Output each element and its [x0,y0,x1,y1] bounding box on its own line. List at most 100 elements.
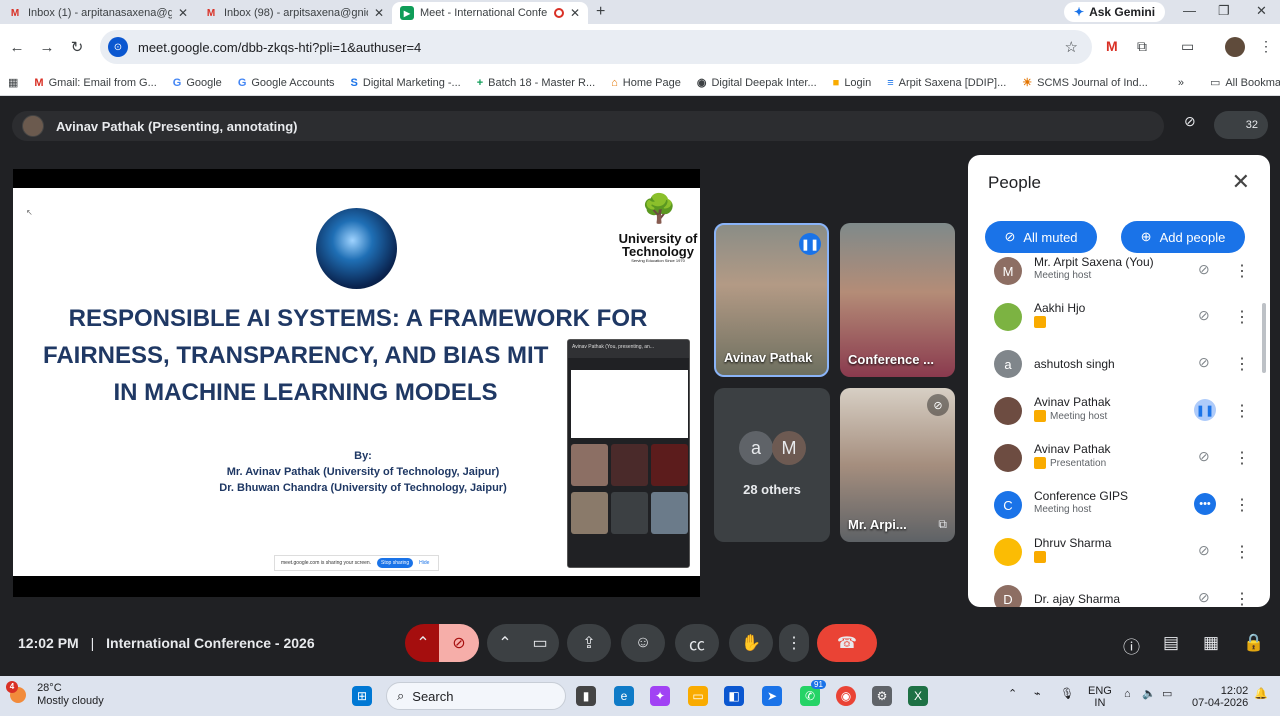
settings-gear-icon[interactable]: ⚙ [872,686,892,706]
hide-button[interactable]: Hide [419,560,429,566]
people-list: M Mr. Arpit Saxena (You) Meeting host ⊘ … [988,255,1264,607]
tab-meet[interactable]: ▶ Meet - International Confe ✕ [392,2,588,24]
more-options-icon[interactable]: ⋮ [1234,495,1250,515]
close-icon[interactable]: ✕ [374,6,384,20]
telegram-icon[interactable]: ➤ [762,686,782,706]
extensions-puzzle-icon[interactable]: ⧉ [1137,38,1147,55]
list-item[interactable]: Avinav Pathak Meeting host ❚❚ ⋮ [988,389,1252,435]
info-icon[interactable]: ⓘ [1123,633,1140,658]
store-icon[interactable]: ◧ [724,686,744,706]
bookmark-scms-journal[interactable]: ☀ SCMS Journal of Ind... [1014,76,1156,90]
camera-button[interactable]: ▭ [521,624,559,662]
url-field[interactable]: ⊙ meet.google.com/dbb-zkqs-hti?pli=1&aut… [100,30,1092,64]
list-item[interactable]: Aakhi Hjo ⊘ ⋮ [988,295,1252,341]
profile-avatar[interactable] [1225,37,1245,57]
chrome-icon[interactable]: ◉ [836,686,856,706]
participant-count-button[interactable]: 32 [1214,111,1268,139]
more-options-icon[interactable]: ⋮ [1234,354,1250,374]
windows-start-icon[interactable]: ⊞ [352,686,372,706]
microphone-icon[interactable]: 🎙 [1060,688,1074,700]
minimize-icon[interactable]: — [1183,3,1196,18]
edge-icon[interactable]: e [614,686,634,706]
leave-call-button[interactable]: ☎ [817,624,877,662]
video-tile-avinav-pathak[interactable]: ❚❚ Avinav Pathak [714,223,829,377]
more-options-icon[interactable]: ⋮ [1234,589,1250,607]
copilot-icon[interactable]: ✦ [650,686,670,706]
cast-icon[interactable]: ▭ [1181,38,1194,55]
window-close-icon[interactable]: ✕ [1256,3,1267,19]
apps-grid-icon[interactable]: ▦ [0,76,26,89]
scrollbar[interactable] [1262,303,1266,373]
captions-button[interactable]: ㏄ [675,624,719,662]
bookmark-star-icon[interactable]: ☆ [1065,38,1078,56]
tab-inbox-1[interactable]: M Inbox (1) - arpitanasaxena@gm ✕ [0,2,196,24]
extension-icon[interactable]: M [1106,38,1118,54]
raise-hand-button[interactable]: ✋ [729,624,773,662]
annotation-off-icon[interactable]: ⊘ [1184,113,1196,130]
browser-menu-icon[interactable]: ⋮ [1259,38,1273,55]
reactions-button[interactable]: ☺ [621,624,665,662]
all-bookmarks[interactable]: ▭ All Bookmarks [1202,76,1280,90]
volume-icon[interactable]: 🔈 [1142,688,1156,700]
more-options-icon[interactable]: ⋮ [1234,401,1250,421]
bookmark-google-accounts[interactable]: G Google Accounts [230,77,343,89]
video-tile-self[interactable]: ⊘ Mr. Arpi... ⧉ [840,388,955,542]
list-item[interactable]: Dhruv Sharma ⊘ ⋮ [988,530,1252,576]
maximize-icon[interactable]: ❐ [1218,3,1230,19]
file-app-icon[interactable]: ▮ [576,686,596,706]
stop-sharing-button[interactable]: Stop sharing [377,558,414,568]
list-item[interactable]: D Dr. ajay Sharma ⊘ ⋮ [988,577,1252,607]
list-item[interactable]: M Mr. Arpit Saxena (You) Meeting host ⊘ … [988,249,1252,295]
list-item[interactable]: C Conference GIPS Meeting host ••• ⋮ [988,483,1252,529]
close-icon[interactable]: ✕ [570,6,580,20]
bookmark-digital-deepak[interactable]: ◉ Digital Deepak Inter... [689,76,825,90]
chevron-right-icon[interactable]: » [1170,77,1192,89]
video-tile-conference[interactable]: Conference ... [840,223,955,377]
bookmark-home-page[interactable]: ⌂ Home Page [603,77,689,89]
bookmark-arpit-saxena[interactable]: ≡ Arpit Saxena [DDIP]... [879,77,1014,89]
chevron-up-icon[interactable]: ⌃ [1008,688,1017,700]
reload-icon[interactable]: ↻ [62,38,92,56]
video-options-button[interactable]: ⌃ [487,624,523,662]
microphone-button[interactable]: ⊘ [439,624,479,662]
notification-bell-icon[interactable]: 🔔 [1254,688,1268,700]
wifi-icon[interactable]: ⌂ [1124,688,1131,700]
bookmark-gmail[interactable]: M Gmail: Email from G... [26,77,164,89]
bookmark-google[interactable]: G Google [165,77,230,89]
site-info-icon[interactable]: ⊙ [108,37,128,57]
battery-icon[interactable]: ▭ [1162,688,1172,700]
ask-gemini-button[interactable]: ✦ Ask Gemini [1064,2,1166,22]
language-indicator[interactable]: ENG IN [1088,685,1112,709]
pip-icon[interactable]: ⧉ [938,517,947,532]
more-options-icon[interactable]: ⋮ [1234,448,1250,468]
weather-widget[interactable]: 4 28°C Mostly cloudy [6,681,104,708]
bookmark-login[interactable]: ■ Login [825,77,880,89]
more-options-icon[interactable]: ⋮ [1234,261,1250,281]
new-tab-icon[interactable]: + [596,3,605,24]
excel-icon[interactable]: X [908,686,928,706]
close-icon[interactable]: ✕ [178,6,188,20]
system-clock[interactable]: 12:02 07-04-2026 [1192,685,1248,709]
list-item[interactable]: a ashutosh singh ⊘ ⋮ [988,342,1252,388]
bookmark-batch-18[interactable]: + Batch 18 - Master R... [469,77,603,89]
weather-icon: 4 [6,681,26,703]
chat-icon[interactable]: ▤ [1163,633,1179,653]
whatsapp-icon[interactable]: ✆ [800,686,820,706]
audio-options-button[interactable]: ⌃ [405,624,441,662]
network-icon[interactable]: ⌁ [1034,688,1041,700]
host-controls-icon[interactable]: 🔒 [1243,633,1264,653]
more-options-icon[interactable]: ⋮ [1234,307,1250,327]
list-item[interactable]: Avinav Pathak Presentation ⊘ ⋮ [988,436,1252,482]
activities-icon[interactable]: ▦ [1203,633,1219,653]
present-button[interactable]: ⇪ [567,624,611,662]
tab-inbox-2[interactable]: M Inbox (98) - arpitsaxena@gniot ✕ [196,2,392,24]
taskbar-search[interactable]: ⌕ Search [386,682,566,710]
file-explorer-icon[interactable]: ▭ [688,686,708,706]
back-icon[interactable]: ← [2,39,32,56]
video-tile-others[interactable]: a M 28 others [714,388,830,542]
more-options-button[interactable]: ⋮ [779,624,809,662]
more-options-icon[interactable]: ⋮ [1234,542,1250,562]
close-icon[interactable]: ✕ [1232,169,1250,195]
forward-icon[interactable]: → [32,39,62,56]
bookmark-digital-marketing[interactable]: S Digital Marketing -... [343,77,469,89]
